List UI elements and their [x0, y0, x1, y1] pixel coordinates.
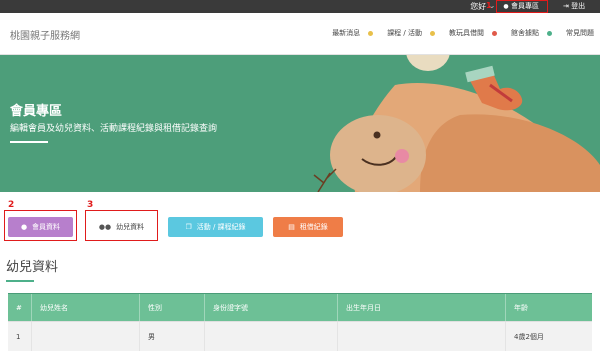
group-icon: ●● [98, 223, 112, 231]
dot-icon [492, 30, 497, 36]
hero-title: 會員專區 [10, 104, 63, 119]
list-icon: ▤ [288, 223, 295, 231]
annotation-2: 2 [8, 200, 15, 210]
child-data-button[interactable]: ●● 幼兒資料 [89, 217, 154, 237]
nav-item-label: 館舍據點 [511, 29, 539, 37]
hero-banner: 會員專區 編輯會員及幼兒資料、活動課程紀錄與租借記錄查詢 [0, 55, 600, 192]
nav-menu: 最新消息 課程 / 活動 教玩具借閱 館舍據點 常見問題 [332, 28, 594, 38]
header-index: # [8, 294, 32, 321]
cell-gender: 男 [140, 322, 205, 351]
member-zone-link[interactable]: ● 會員專區 [496, 0, 548, 13]
member-zone-label: 會員專區 [511, 2, 539, 10]
child-data-table: # 幼兒姓名 性別 身份證字號 出生年月日 年齡 1 男 4歲2個月 [8, 293, 592, 351]
dot-icon [547, 30, 552, 36]
nav-item-news[interactable]: 最新消息 [332, 28, 374, 38]
nav-item-label: 最新消息 [332, 29, 361, 37]
header-child-name: 幼兒姓名 [32, 294, 140, 321]
cell-id-number [205, 322, 338, 351]
site-brand[interactable]: 桃園親子服務網 [10, 27, 80, 42]
hero-subtitle: 編輯會員及幼兒資料、活動課程紀錄與租借記錄查詢 [10, 124, 218, 134]
section-underline [6, 280, 34, 282]
dot-icon [430, 30, 435, 36]
nav-item-courses[interactable]: 課程 / 活動 [387, 28, 435, 38]
annotation-3: 3 [87, 200, 94, 210]
cell-age: 4歲2個月 [514, 333, 544, 341]
member-data-label: 會員資料 [32, 223, 61, 231]
header-id-number: 身份證字號 [205, 294, 338, 321]
user-icon: ● [20, 223, 28, 231]
logout-icon: ⇥ [563, 2, 569, 10]
activity-record-label: 活動 / 課程紀錄 [196, 223, 246, 231]
rental-record-button[interactable]: ▤ 租借紀錄 [273, 217, 343, 237]
activity-record-button[interactable]: ❐ 活動 / 課程紀錄 [168, 217, 263, 237]
nav-item-label: 教玩具借閱 [449, 29, 484, 37]
table-header: # 幼兒姓名 性別 身份證字號 出生年月日 年齡 [8, 293, 592, 321]
user-icon: ● [503, 3, 509, 10]
header-birthdate: 出生年月日 [338, 294, 506, 321]
annotation-1: 1 [486, 1, 492, 10]
table-row[interactable]: 1 男 4歲2個月 [8, 321, 592, 351]
rental-record-label: 租借紀錄 [299, 223, 328, 231]
member-data-button[interactable]: ● 會員資料 [8, 217, 73, 237]
child-data-label: 幼兒資料 [116, 223, 145, 231]
nav-item-label: 課程 / 活動 [387, 29, 422, 37]
section-title: 幼兒資料 [6, 260, 59, 275]
header-age: 年齡 [514, 304, 528, 312]
nav-item-label: 常見問題 [566, 29, 594, 37]
cell-child-name [32, 322, 140, 351]
nav-item-locations[interactable]: 館舍據點 [511, 28, 552, 38]
header-gender: 性別 [140, 294, 205, 321]
top-bar: 您好 ⌣ 1 ● 會員專區 ⇥ 登出 [0, 0, 600, 13]
main-nav: 桃園親子服務網 最新消息 課程 / 活動 教玩具借閱 館舍據點 常見問題 [0, 13, 600, 55]
cell-birthdate [338, 322, 506, 351]
nav-item-faq[interactable]: 常見問題 [566, 28, 594, 38]
hero-underline [10, 141, 48, 143]
dot-icon [368, 30, 374, 36]
copy-icon: ❐ [185, 223, 192, 231]
nav-item-toy-lending[interactable]: 教玩具借閱 [449, 28, 497, 38]
logout-link[interactable]: ⇥ 登出 [563, 1, 585, 11]
logout-label: 登出 [571, 2, 586, 10]
cell-index: 1 [8, 322, 32, 351]
